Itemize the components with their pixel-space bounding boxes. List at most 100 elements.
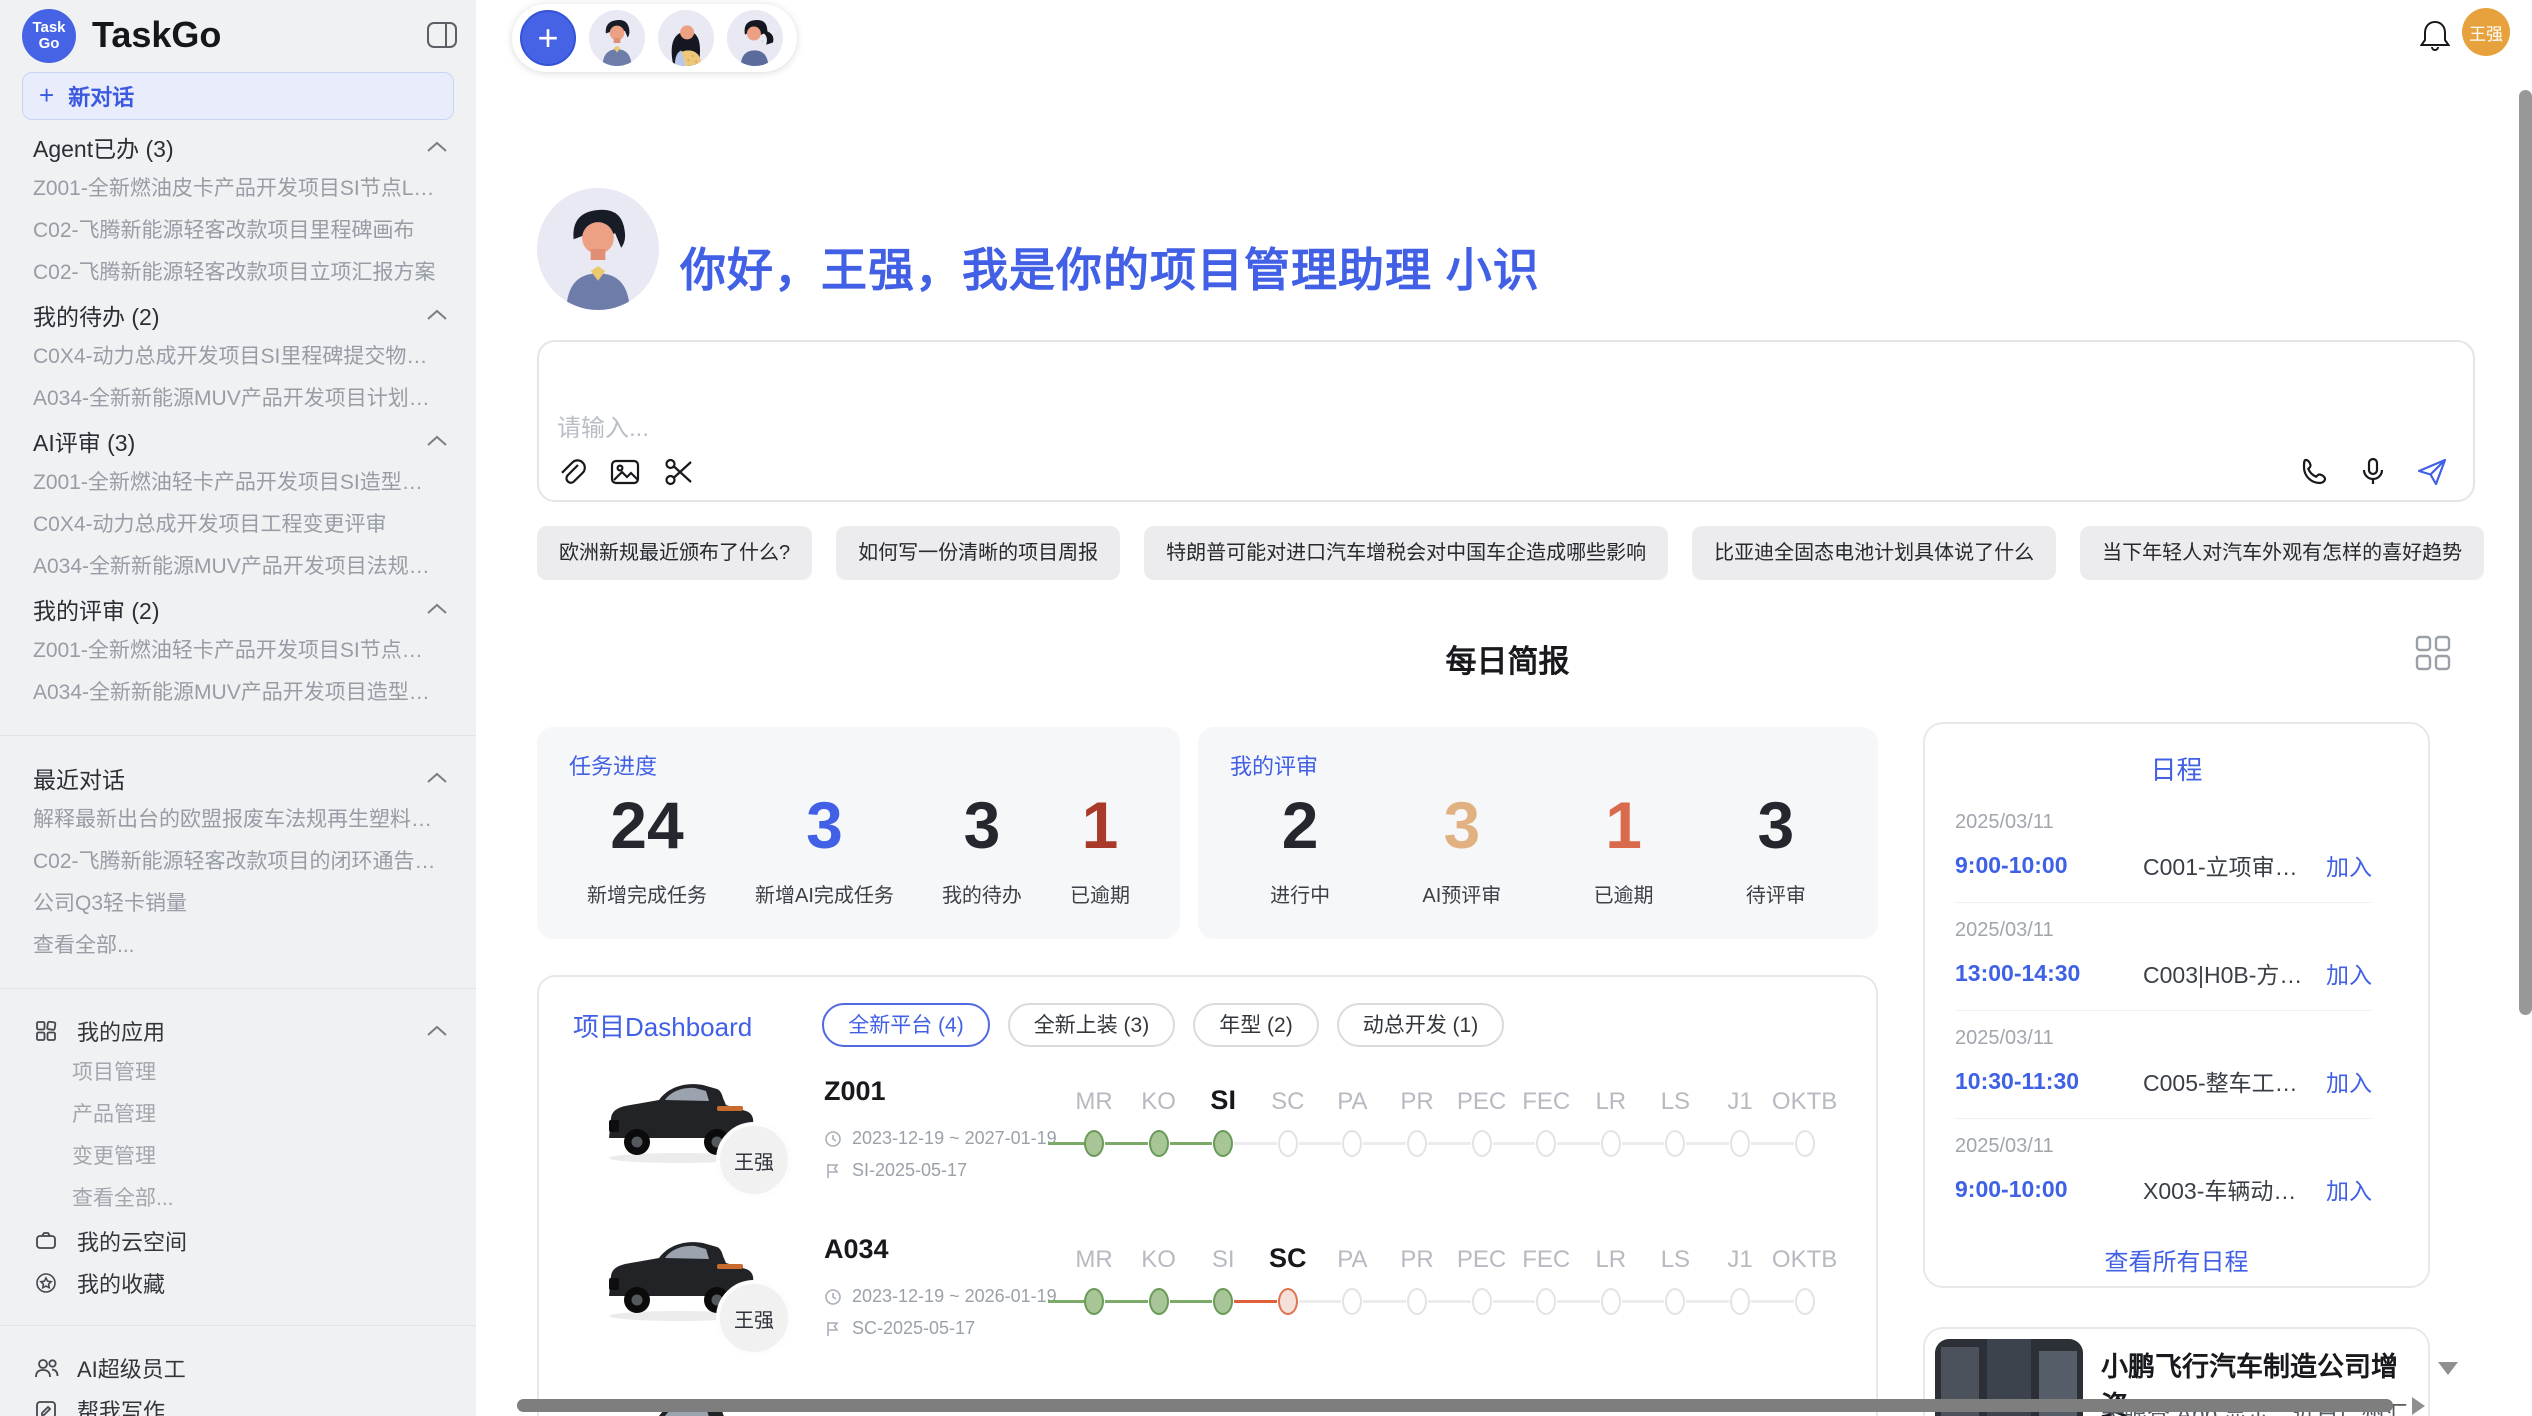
sidebar-app-item[interactable]: 项目管理	[0, 1052, 476, 1094]
sidebar-tool-item[interactable]: AI超级员工	[0, 1347, 476, 1389]
sidebar-group-header[interactable]: Agent已办 (3)	[0, 126, 476, 168]
join-meeting-link[interactable]: 加入	[2326, 956, 2372, 990]
suggestion-chip[interactable]: 比亚迪全固态电池计划具体说了什么	[1692, 526, 2056, 580]
sidebar-group-header[interactable]: 最近对话	[0, 757, 476, 799]
suggestion-chip[interactable]: 欧洲新规最近颁布了什么?	[537, 526, 812, 580]
chevron-up-icon	[426, 141, 448, 153]
sidebar-collapse-icon[interactable]	[426, 20, 458, 55]
sidebar-group-header[interactable]: 我的待办 (2)	[0, 294, 476, 336]
milestone-connector	[1363, 1142, 1406, 1145]
chat-input[interactable]: 请输入...	[537, 340, 2475, 502]
milestone-node[interactable]	[1730, 1130, 1750, 1157]
microphone-icon[interactable]	[2357, 456, 2389, 488]
milestone-node[interactable]	[1472, 1130, 1492, 1157]
milestone-node[interactable]	[1472, 1288, 1492, 1315]
suggestion-chip[interactable]: 特朗普可能对进口汽车增税会对中国车企造成哪些影响	[1144, 526, 1668, 580]
sidebar-item[interactable]: Z001-全新燃油皮卡产品开发项目SI节点Lesson Learn报告	[0, 168, 476, 210]
sidebar-app-item[interactable]: 产品管理	[0, 1094, 476, 1136]
add-session-button[interactable]: +	[520, 10, 576, 66]
sidebar-item[interactable]: Z001-全新燃油轻卡产品开发项目SI造型提交物评审	[0, 462, 476, 504]
sidebar-group-header[interactable]: AI评审 (3)	[0, 420, 476, 462]
suggestion-chip[interactable]: 如何写一份清晰的项目周报	[836, 526, 1120, 580]
notification-bell-icon[interactable]	[2420, 18, 2450, 57]
milestone-node[interactable]	[1149, 1130, 1169, 1157]
sidebar-app-item[interactable]: 查看全部...	[0, 1178, 476, 1220]
avatar[interactable]	[658, 10, 714, 66]
sidebar-item[interactable]: A034-全新新能源MUV产品开发项目计划变更表编写	[0, 378, 476, 420]
project-dashboard-card: 项目Dashboard 全新平台 (4)全新上装 (3)年型 (2)动总开发 (…	[537, 975, 1878, 1416]
sidebar-item[interactable]: 公司Q3轻卡销量	[0, 883, 476, 925]
attachment-icon[interactable]	[555, 456, 587, 488]
view-all-conversations-link[interactable]: 查看全部...	[0, 925, 476, 967]
milestone-node[interactable]	[1601, 1288, 1621, 1315]
new-chat-button[interactable]: + 新对话	[22, 72, 454, 120]
brief-grid-icon[interactable]	[2414, 634, 2452, 677]
milestone-node[interactable]	[1407, 1130, 1427, 1157]
sidebar-item-my-apps[interactable]: 我的应用	[0, 1010, 476, 1052]
milestone-label: OKTB	[1772, 1246, 1837, 1274]
milestone-label: PA	[1337, 1246, 1367, 1274]
suggestion-chip[interactable]: 当下年轻人对汽车外观有怎样的喜好趋势	[2080, 526, 2484, 580]
card-title: 我的评审	[1230, 749, 1318, 781]
scissors-icon[interactable]	[663, 456, 695, 488]
sidebar-group-header[interactable]: 我的评审 (2)	[0, 588, 476, 630]
schedule-event-title: C005-整车工程目标评审	[2143, 1064, 2312, 1098]
dashboard-tab[interactable]: 年型 (2)	[1193, 1003, 1319, 1047]
join-meeting-link[interactable]: 加入	[2326, 1172, 2372, 1206]
sidebar-item[interactable]: C02-飞腾新能源轻客改款项目立项汇报方案	[0, 252, 476, 294]
scroll-down-arrow-icon[interactable]	[2438, 1362, 2458, 1375]
milestone-node[interactable]	[1665, 1130, 1685, 1157]
sidebar-app-item[interactable]: 变更管理	[0, 1136, 476, 1178]
vertical-scrollbar[interactable]	[2519, 90, 2532, 1015]
scroll-right-arrow-icon[interactable]	[2412, 1397, 2425, 1415]
sidebar-item[interactable]: C02-飞腾新能源轻客改款项目的闭环通告反馈情况	[0, 841, 476, 883]
milestone-node[interactable]	[1342, 1288, 1362, 1315]
sidebar-item-cloud-space[interactable]: 我的云空间	[0, 1220, 476, 1262]
card-title: 任务进度	[569, 749, 657, 781]
join-meeting-link[interactable]: 加入	[2326, 848, 2372, 882]
image-upload-icon[interactable]	[609, 456, 641, 488]
sidebar-item[interactable]: Z001-全新燃油轻卡产品开发项目SI节点属性5D文件评审	[0, 630, 476, 672]
milestone-node[interactable]	[1407, 1288, 1427, 1315]
dashboard-tab[interactable]: 全新平台 (4)	[822, 1003, 990, 1047]
phone-call-icon[interactable]	[2299, 456, 2331, 488]
sidebar-item-favorites[interactable]: 我的收藏	[0, 1262, 476, 1304]
avatar[interactable]	[727, 10, 783, 66]
dashboard-tab[interactable]: 动总开发 (1)	[1337, 1003, 1505, 1047]
milestone-node[interactable]	[1278, 1288, 1298, 1315]
sidebar-item[interactable]: C02-飞腾新能源轻客改款项目里程碑画布	[0, 210, 476, 252]
app-title: TaskGo	[92, 14, 221, 56]
milestone-node[interactable]	[1730, 1288, 1750, 1315]
milestone-node[interactable]	[1084, 1288, 1104, 1315]
milestone-node[interactable]	[1213, 1130, 1233, 1157]
sidebar-item[interactable]: 解释最新出台的欧盟报废车法规再生塑料比例被调至15%...	[0, 799, 476, 841]
project-row[interactable]: 王强A0342023-12-19 ~ 2026-01-19SC-2025-05-…	[539, 1210, 1876, 1382]
dashboard-tab[interactable]: 全新上装 (3)	[1008, 1003, 1176, 1047]
user-avatar[interactable]: 王强	[2462, 8, 2510, 56]
horizontal-scrollbar[interactable]	[517, 1399, 2393, 1412]
milestone-node[interactable]	[1795, 1130, 1815, 1157]
sidebar-tool-item[interactable]: 帮我写作	[0, 1389, 476, 1416]
stat: 3我的待办	[942, 787, 1022, 908]
milestone-node[interactable]	[1795, 1288, 1815, 1315]
milestone-node[interactable]	[1149, 1288, 1169, 1315]
milestone-node[interactable]	[1536, 1130, 1556, 1157]
sidebar-item[interactable]: C0X4-动力总成开发项目工程变更评审	[0, 504, 476, 546]
milestone-node[interactable]	[1342, 1130, 1362, 1157]
milestone-node[interactable]	[1084, 1130, 1104, 1157]
milestone-node[interactable]	[1601, 1130, 1621, 1157]
view-all-schedule-link[interactable]: 查看所有日程	[1925, 1242, 2428, 1277]
stats-row: 24新增完成任务3新增AI完成任务3我的待办1已逾期	[537, 787, 1180, 908]
milestone-node[interactable]	[1213, 1288, 1233, 1315]
send-icon[interactable]	[2415, 456, 2449, 488]
project-row[interactable]: 王强Z0012023-12-19 ~ 2027-01-19SI-2025-05-…	[539, 1052, 1876, 1224]
milestone-node[interactable]	[1665, 1288, 1685, 1315]
milestone-node[interactable]	[1536, 1288, 1556, 1315]
schedule-item: 2025/03/1110:30-11:30C005-整车工程目标评审加入	[1955, 1011, 2372, 1119]
sidebar-item[interactable]: C0X4-动力总成开发项目SI里程碑提交物检查	[0, 336, 476, 378]
avatar[interactable]	[589, 10, 645, 66]
milestone-node[interactable]	[1278, 1130, 1298, 1157]
join-meeting-link[interactable]: 加入	[2326, 1064, 2372, 1098]
sidebar-item[interactable]: A034-全新新能源MUV产品开发项目造型可行性评审	[0, 672, 476, 714]
sidebar-item[interactable]: A034-全新新能源MUV产品开发项目法规符合性评审	[0, 546, 476, 588]
